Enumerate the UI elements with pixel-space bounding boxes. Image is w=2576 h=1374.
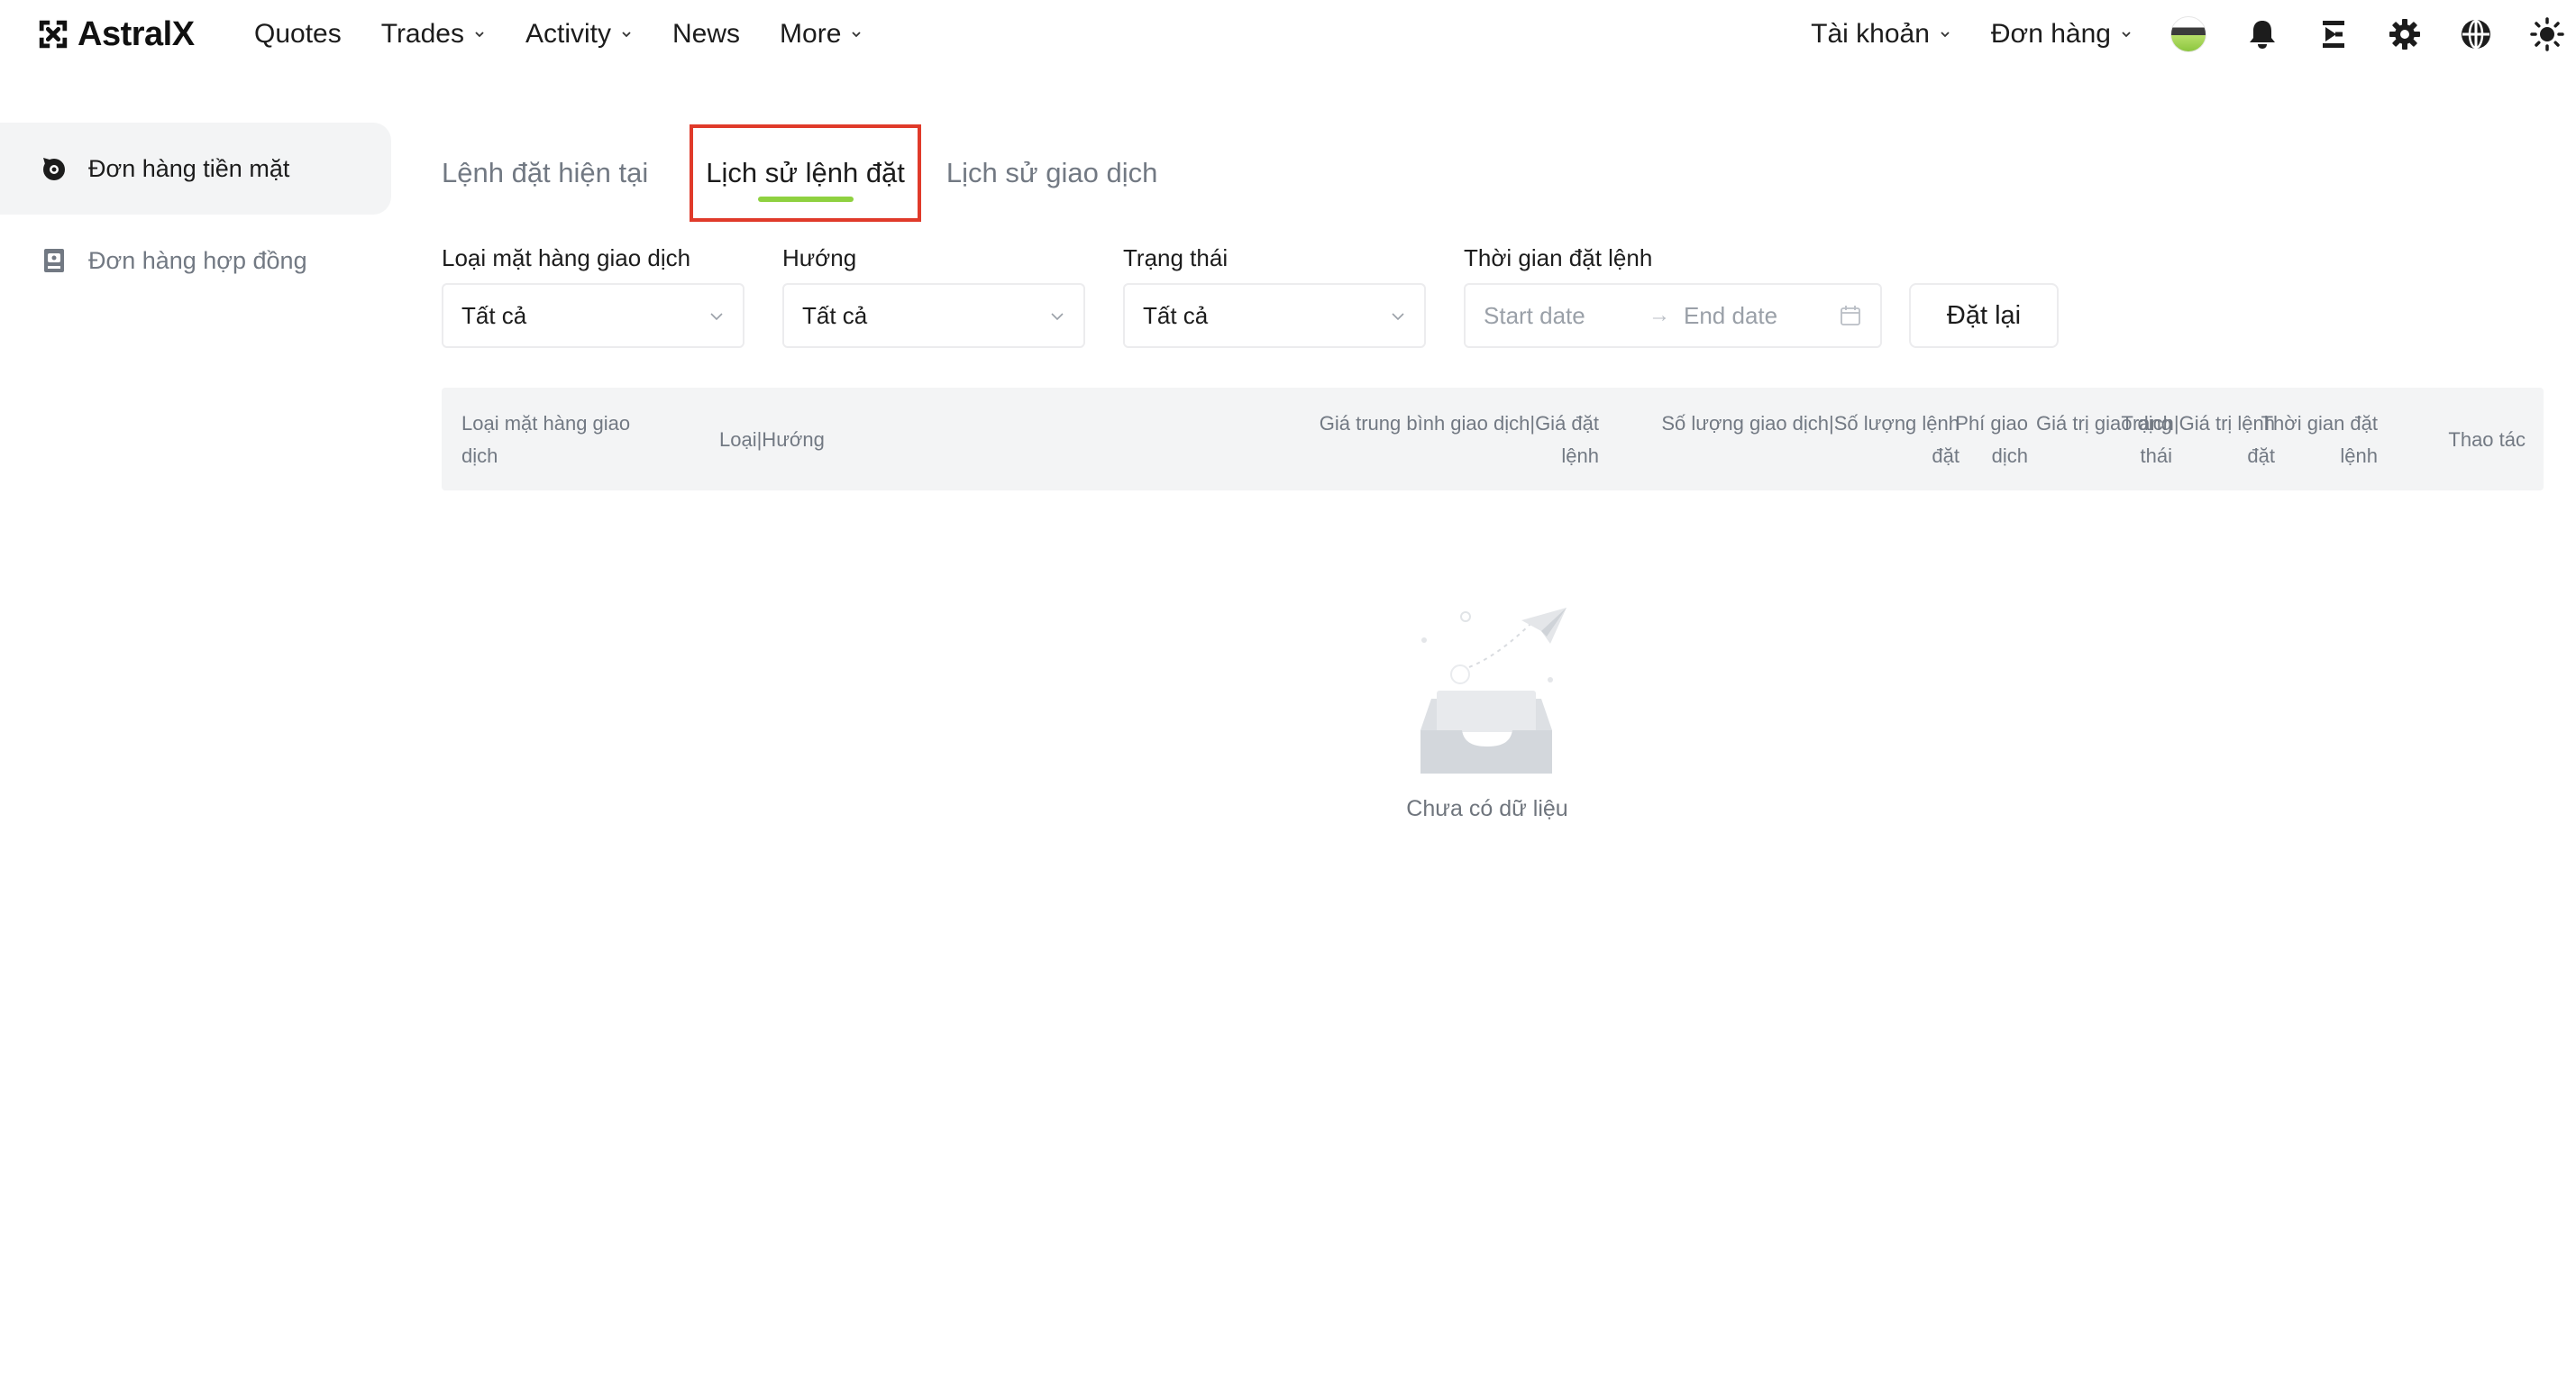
sidebar-item-contract-orders[interactable]: Đơn hàng hợp đồng [0, 215, 391, 307]
settings-button[interactable] [2385, 14, 2425, 54]
brand-logo[interactable]: AstralX [36, 14, 195, 54]
filter-time-label: Thời gian đặt lệnh [1464, 244, 1653, 271]
nav-news-label: News [672, 19, 741, 49]
top-navbar: AstralX Quotes Trades Activity News More… [0, 0, 2576, 69]
nav-activity-label: Activity [525, 19, 612, 49]
theme-sun-icon [2530, 17, 2564, 51]
empty-state-text: Chưa có dữ liệu [1406, 796, 1568, 821]
status-select[interactable]: Tất cả [1123, 283, 1426, 348]
nav-quotes[interactable]: Quotes [254, 19, 342, 50]
filter-status-label: Trạng thái [1123, 244, 1229, 271]
nav-orders[interactable]: Đơn hàng [1991, 19, 2133, 50]
user-nav: Tài khoản Đơn hàng [1811, 9, 2576, 60]
spot-order-icon [43, 158, 65, 180]
download-app-button[interactable] [2314, 14, 2353, 54]
orders-sidebar: Đơn hàng tiền mặt Đơn hàng hợp đồng [0, 123, 391, 307]
language-button[interactable] [2456, 14, 2496, 54]
filter-direction-label: Hướng [782, 244, 857, 271]
empty-state: Chưa có dữ liệu [1406, 604, 1568, 822]
sidebar-item-spot-orders[interactable]: Đơn hàng tiền mặt [0, 123, 391, 215]
calendar-icon [1841, 306, 1860, 325]
direction-select[interactable]: Tất cả [782, 283, 1085, 348]
contract-order-icon [44, 249, 64, 272]
notifications-button[interactable] [2243, 14, 2282, 54]
main-nav: Quotes Trades Activity News More [254, 13, 902, 56]
chevron-down-icon [1392, 313, 1404, 321]
tab-trade-history[interactable]: Lịch sử giao dịch [946, 157, 1157, 189]
filter-time: Thời gian đặt lệnh Start date → End date [1464, 242, 1882, 348]
tab-trade-history-label: Lịch sử giao dịch [945, 157, 1158, 188]
bell-icon [2250, 21, 2275, 49]
chevron-down-icon [2122, 32, 2131, 38]
pair-select-value: Tất cả [461, 301, 527, 329]
avatar[interactable] [2170, 16, 2206, 52]
col-status: Trạng thái [2121, 412, 2172, 467]
tab-current-orders[interactable]: Lệnh đặt hiện tại [442, 157, 648, 189]
col-type-direction: Loại|Hướng [719, 428, 825, 451]
nav-account[interactable]: Tài khoản [1811, 19, 1951, 50]
filter-pair: Loại mặt hàng giao dịch Tất cả [442, 242, 744, 348]
nav-quotes-label: Quotes [254, 19, 342, 49]
direction-select-value: Tất cả [802, 301, 868, 329]
reset-button[interactable]: Đặt lại [1909, 283, 2059, 348]
nav-more-label: More [780, 19, 842, 49]
chevron-down-icon [1051, 313, 1064, 321]
active-tab-indicator [757, 197, 854, 202]
start-date-input[interactable]: Start date [1484, 302, 1635, 330]
nav-activity[interactable]: Activity [525, 19, 633, 50]
astralx-logo-icon [39, 20, 68, 49]
gear-icon [2389, 19, 2420, 50]
chevron-down-icon [622, 32, 631, 38]
col-avg-price: Giá trung bình giao dịch|Giá đặt lệnh [1319, 412, 1599, 467]
pair-select[interactable]: Tất cả [442, 283, 744, 348]
date-range-arrow: → [1649, 303, 1670, 327]
filter-status: Trạng thái Tất cả [1123, 242, 1426, 348]
order-tabs: Lệnh đặt hiện tại Lịch sử lệnh đặt Lịch … [442, 123, 1157, 224]
date-range-picker[interactable]: Start date → End date [1464, 283, 1882, 348]
col-actions: Thao tác [2448, 428, 2526, 451]
download-app-icon [2323, 21, 2344, 48]
chevron-down-icon [710, 313, 723, 321]
chevron-down-icon [1941, 32, 1950, 38]
sidebar-item-contract-orders-label: Đơn hàng hợp đồng [88, 246, 307, 274]
nav-trades[interactable]: Trades [381, 19, 486, 50]
empty-box-icon [1420, 608, 1567, 774]
status-select-value: Tất cả [1143, 301, 1209, 329]
col-fee: Phí giao dịch [1955, 412, 2028, 467]
nav-orders-label: Đơn hàng [1990, 19, 2111, 49]
tab-order-history-label: Lịch sử lệnh đặt [706, 157, 905, 188]
filter-direction: Hướng Tất cả [782, 242, 1085, 348]
col-order-time: Thời gian đặt lệnh [2261, 412, 2378, 467]
nav-more[interactable]: More [780, 19, 863, 50]
brand-name: AstralX [78, 14, 195, 53]
filter-bar: Loại mặt hàng giao dịch Tất cả Hướng Tất… [442, 242, 2059, 348]
sidebar-item-spot-orders-label: Đơn hàng tiền mặt [88, 154, 290, 182]
nav-trades-label: Trades [380, 19, 464, 49]
chevron-down-icon [475, 32, 484, 38]
filter-pair-label: Loại mặt hàng giao dịch [442, 244, 691, 271]
nav-news[interactable]: News [672, 19, 740, 50]
col-pair: Loại mặt hàng giao dịch [461, 412, 631, 467]
tab-order-history[interactable]: Lịch sử lệnh đặt [690, 124, 921, 222]
end-date-input[interactable]: End date [1684, 302, 1835, 330]
chevron-down-icon [852, 32, 862, 38]
theme-toggle-button[interactable] [2527, 14, 2567, 54]
tab-current-orders-label: Lệnh đặt hiện tại [442, 157, 649, 188]
globe-icon [2462, 19, 2490, 50]
nav-account-label: Tài khoản [1811, 19, 1930, 49]
